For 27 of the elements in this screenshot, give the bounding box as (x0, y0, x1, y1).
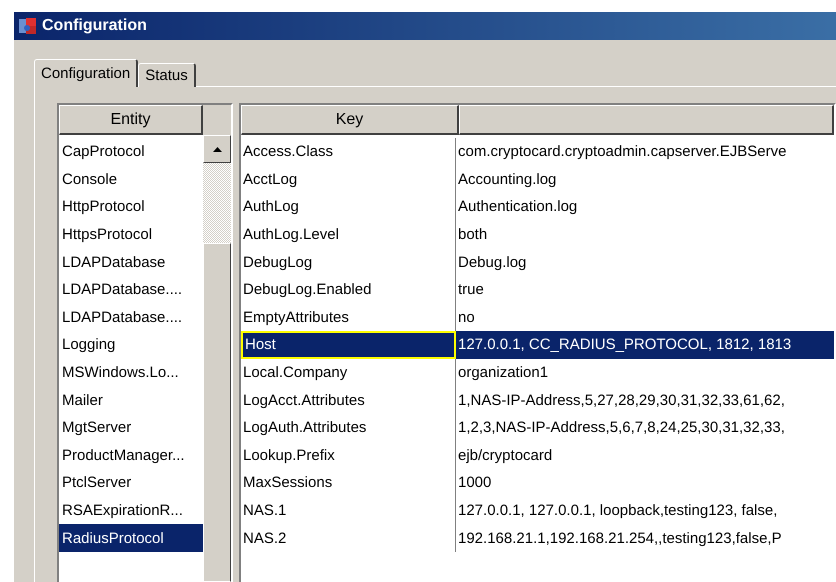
key-cell[interactable]: LogAuth.Attributes (241, 414, 456, 442)
window-title: Configuration (42, 17, 147, 35)
key-cell[interactable]: DebugLog (241, 248, 456, 276)
key-cell[interactable]: NAS.1 (241, 496, 456, 524)
key-cell[interactable]: EmptyAttributes (241, 304, 456, 332)
key-cell[interactable]: LogAcct.Attributes (241, 386, 456, 414)
key-cell[interactable]: AuthLog (241, 193, 456, 221)
key-cell[interactable]: AuthLog.Level (241, 220, 456, 248)
value-cell[interactable]: 127.0.0.1, CC_RADIUS_PROTOCOL, 1812, 1813 (456, 331, 834, 359)
key-cell[interactable]: Local.Company (241, 358, 456, 386)
tab[interactable]: Status (138, 63, 196, 87)
scrollbar-thumb[interactable] (203, 243, 231, 582)
up-arrow-icon (212, 146, 222, 152)
column-header[interactable]: Entity (59, 105, 203, 135)
scroll-up-button[interactable] (203, 135, 231, 163)
key-cell[interactable]: MaxSessions (241, 469, 456, 497)
key-cell[interactable]: Access.Class (241, 138, 456, 166)
app-icon (18, 17, 38, 35)
entity-item[interactable]: RadiusProtocol (59, 524, 203, 552)
key-cell[interactable]: AcctLog (241, 166, 456, 194)
key-cell[interactable]: DebugLog.Enabled (241, 276, 456, 304)
key-cell[interactable]: Lookup.Prefix (241, 442, 456, 470)
tab[interactable]: Configuration (34, 59, 138, 87)
column-header[interactable] (459, 105, 834, 135)
column-header[interactable]: Key (241, 105, 459, 135)
key-cell[interactable]: Host (241, 331, 456, 359)
key-cell[interactable]: NAS.2 (241, 524, 456, 552)
